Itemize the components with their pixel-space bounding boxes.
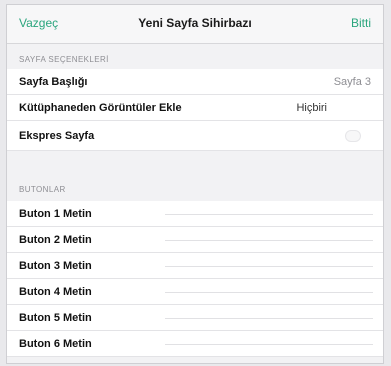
add-library-images-label: Kütüphaneden Görüntüler Ekle (19, 102, 182, 114)
add-library-images-row[interactable]: Kütüphaneden Görüntüler Ekle Hiçbiri (7, 95, 383, 121)
page-title: Yeni Sayfa Sihirbazı (138, 16, 252, 30)
button-4-row[interactable]: Buton 4 Metin (7, 279, 383, 305)
button-1-text-field[interactable] (165, 214, 373, 215)
navigation-bar: Vazgeç Yeni Sayfa Sihirbazı Bitti (7, 5, 383, 44)
button-1-row[interactable]: Buton 1 Metin (7, 201, 383, 227)
done-button[interactable]: Bitti (351, 16, 371, 30)
button-3-label: Buton 3 Metin (19, 260, 92, 272)
button-6-label: Buton 6 Metin (19, 338, 92, 350)
wizard-modal: Vazgeç Yeni Sayfa Sihirbazı Bitti SAYFA … (6, 4, 384, 364)
button-1-label: Buton 1 Metin (19, 208, 92, 220)
button-4-label: Buton 4 Metin (19, 286, 92, 298)
page-title-label: Sayfa Başlığı (19, 76, 88, 88)
express-page-toggle[interactable] (345, 130, 361, 142)
express-page-row[interactable]: Ekspres Sayfa (7, 121, 383, 151)
button-2-label: Buton 2 Metin (19, 234, 92, 246)
add-library-images-value[interactable]: Hiçbiri (296, 102, 327, 114)
section-header-buttons: BUTONLAR (19, 185, 66, 194)
button-3-row[interactable]: Buton 3 Metin (7, 253, 383, 279)
button-4-text-field[interactable] (165, 292, 373, 293)
page-title-value[interactable]: Sayfa 3 (334, 76, 371, 88)
page-title-row[interactable]: Sayfa Başlığı Sayfa 3 (7, 69, 383, 95)
button-5-text-field[interactable] (165, 318, 373, 319)
button-6-text-field[interactable] (165, 344, 373, 345)
button-5-label: Buton 5 Metin (19, 312, 92, 324)
button-6-row[interactable]: Buton 6 Metin (7, 331, 383, 357)
button-2-row[interactable]: Buton 2 Metin (7, 227, 383, 253)
button-3-text-field[interactable] (165, 266, 373, 267)
button-5-row[interactable]: Buton 5 Metin (7, 305, 383, 331)
section-header-page-options: SAYFA SEÇENEKLERİ (19, 55, 109, 64)
express-page-label: Ekspres Sayfa (19, 130, 95, 142)
button-2-text-field[interactable] (165, 240, 373, 241)
